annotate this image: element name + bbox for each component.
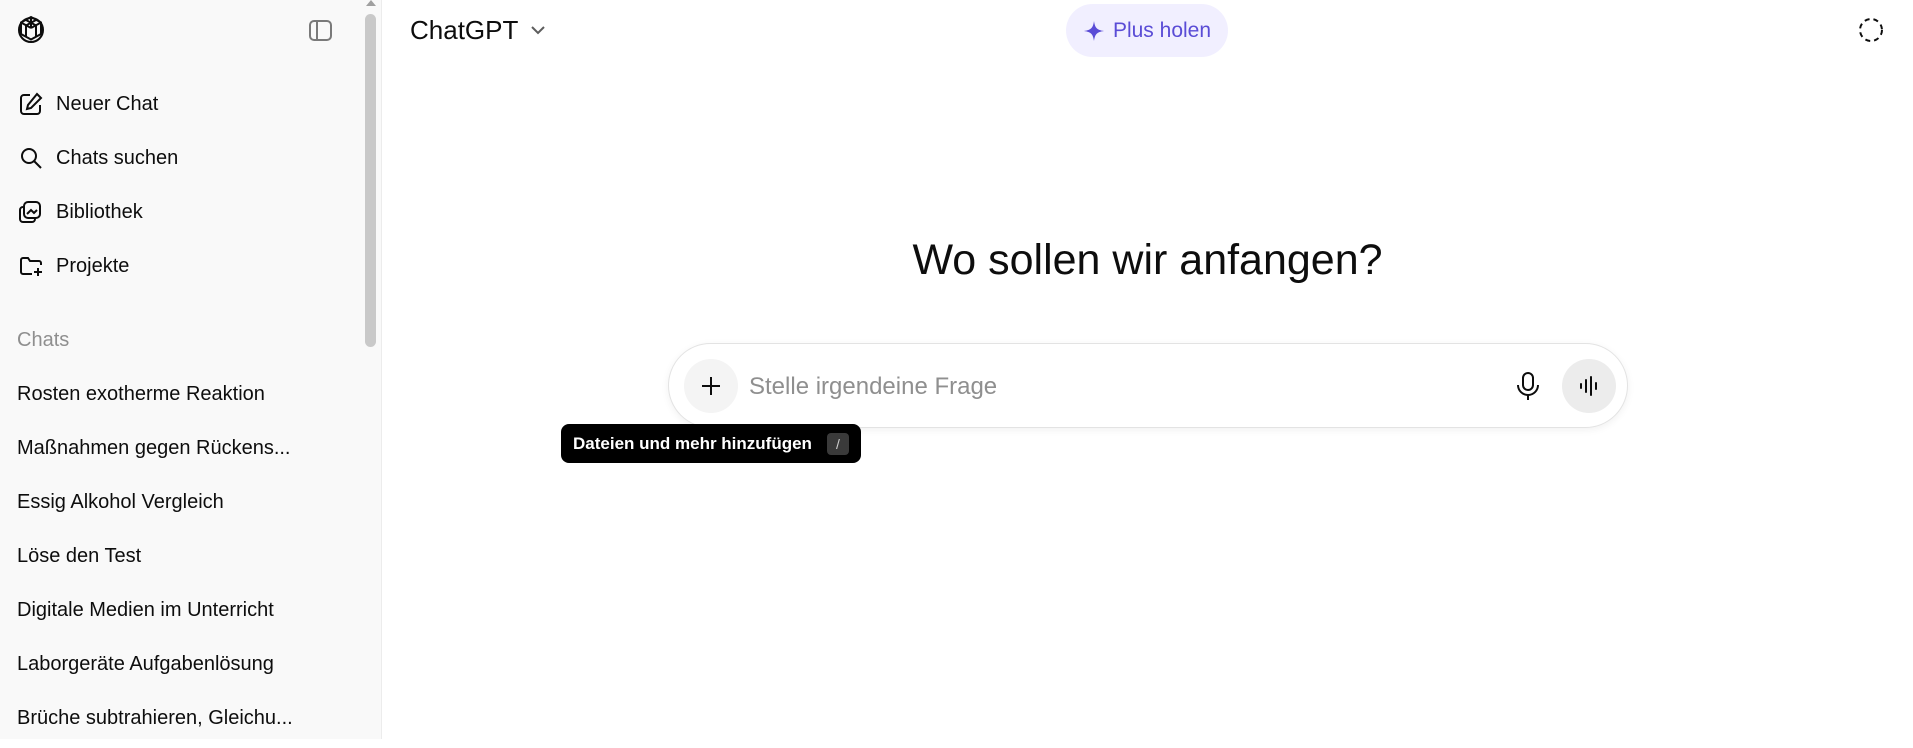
sidebar-toggle-icon[interactable] [307, 17, 334, 44]
voice-waveform-icon [1580, 376, 1597, 396]
voice-mode-button[interactable] [1562, 359, 1616, 413]
microphone-icon[interactable] [1511, 369, 1545, 403]
openai-logo-icon[interactable] [14, 13, 48, 47]
new-chat-button[interactable]: Neuer Chat [8, 80, 353, 128]
library-label: Bibliothek [56, 200, 143, 223]
search-chats-label: Chats suchen [56, 146, 179, 169]
sidebar: Neuer Chat Chats suchen Bibliothek Proje… [0, 0, 382, 739]
chats-section-label: Chats [17, 329, 70, 351]
chat-history-item[interactable]: Essig Alkohol Vergleich [8, 478, 353, 526]
prompt-input[interactable] [747, 364, 1451, 410]
tooltip-text: Dateien und mehr hinzufügen [573, 433, 812, 453]
model-selector[interactable]: ChatGPT [410, 12, 548, 48]
attachment-tooltip: Dateien und mehr hinzufügen / [561, 424, 861, 463]
model-name: ChatGPT [410, 14, 519, 45]
sidebar-nav: Neuer Chat Chats suchen Bibliothek Proje… [8, 80, 353, 296]
library-button[interactable]: Bibliothek [8, 188, 353, 236]
temporary-chat-icon[interactable] [1857, 16, 1885, 44]
library-icon [19, 201, 41, 223]
add-attachment-button[interactable] [684, 359, 738, 413]
new-chat-label: Neuer Chat [56, 92, 159, 115]
projects-button[interactable]: Projekte [8, 242, 353, 290]
plus-icon [702, 377, 720, 395]
prompt-composer [668, 343, 1628, 428]
upgrade-plus-button[interactable]: Plus holen [1066, 4, 1228, 57]
search-icon [21, 148, 42, 169]
keyboard-shortcut-badge: / [827, 433, 849, 455]
chat-history-item[interactable]: Digitale Medien im Unterricht [8, 586, 353, 634]
folder-plus-icon [20, 257, 42, 276]
chat-history-item[interactable]: Brüche subtrahieren, Gleichu... [8, 694, 353, 742]
chat-history-item[interactable]: Laborgeräte Aufgabenlösung [8, 640, 353, 688]
sidebar-scrollbar[interactable] [365, 14, 376, 347]
projects-label: Projekte [56, 254, 130, 277]
upgrade-label: Plus holen [1112, 18, 1212, 42]
chat-history-item[interactable]: Maßnahmen gegen Rückens... [8, 424, 353, 472]
chat-history-item[interactable]: Löse den Test [8, 532, 353, 580]
chevron-down-icon [531, 26, 546, 35]
scrollbar-up-arrow[interactable] [366, 0, 376, 6]
search-chats-button[interactable]: Chats suchen [8, 134, 353, 182]
edit-icon [20, 92, 43, 115]
chat-history-item[interactable]: Rosten exotherme Reaktion [8, 370, 353, 418]
sparkle-icon [1083, 20, 1104, 41]
sidebar-header [0, 0, 360, 60]
page-title: Wo sollen wir anfangen? [912, 236, 1383, 284]
chat-history-list: Rosten exotherme Reaktion Maßnahmen gege… [8, 370, 353, 748]
